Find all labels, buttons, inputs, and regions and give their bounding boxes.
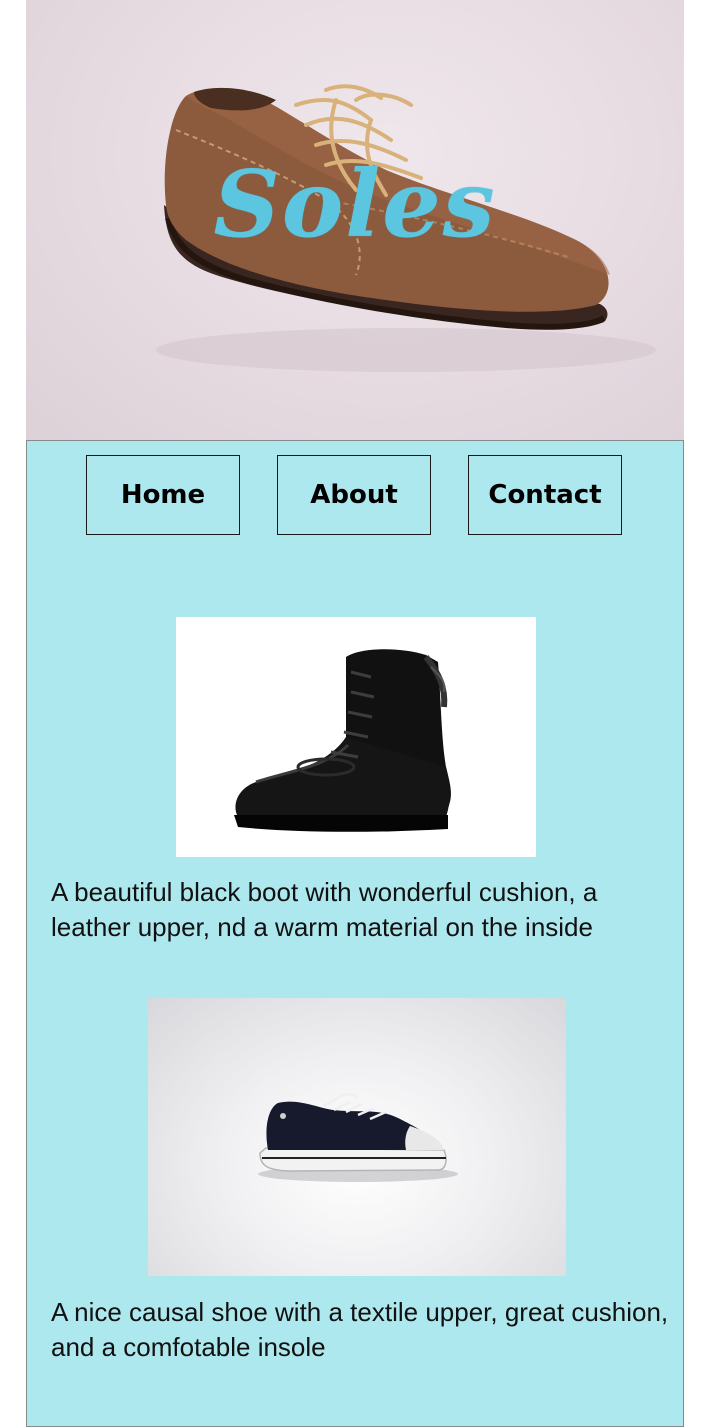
nav-bar: Home About Contact xyxy=(27,441,683,551)
hero-banner: Soles xyxy=(26,0,684,440)
nav-about-button[interactable]: About xyxy=(277,455,431,535)
nav-contact-button[interactable]: Contact xyxy=(468,455,622,535)
black-sneaker-image xyxy=(148,998,566,1276)
product-description: A nice causal shoe with a textile upper,… xyxy=(51,1297,669,1362)
page: Soles Home About Contact A beautiful bla… xyxy=(26,0,684,1427)
main-content: Home About Contact A beautiful black boo… xyxy=(26,440,684,1427)
brand-logo-text: Soles xyxy=(213,150,497,258)
black-boot-image xyxy=(176,617,536,857)
nav-home-button[interactable]: Home xyxy=(86,455,240,535)
product-description: A beautiful black boot with wonderful cu… xyxy=(51,877,598,942)
